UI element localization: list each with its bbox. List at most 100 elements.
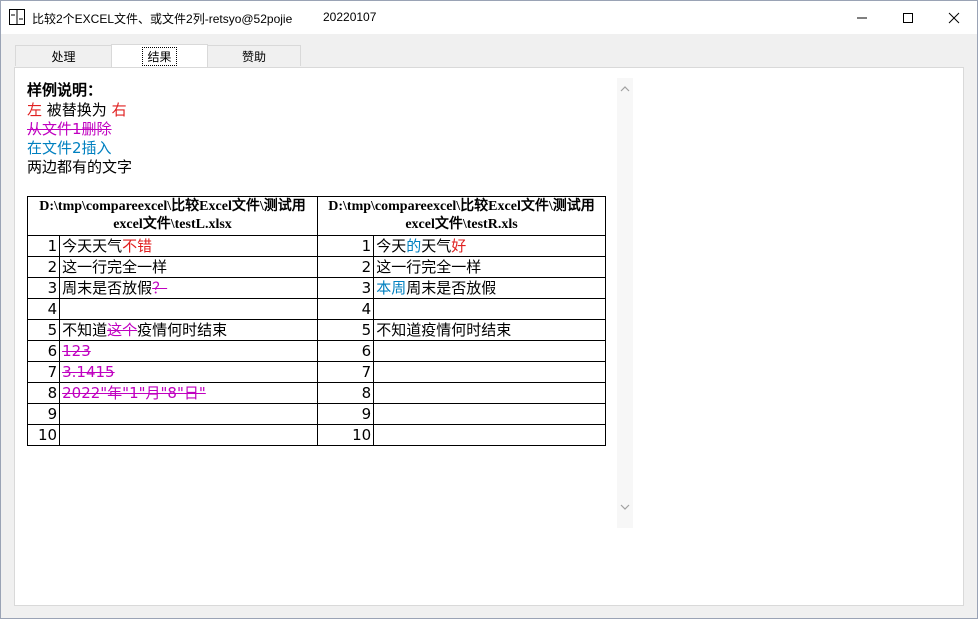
right-cell-text-insert: 本周 xyxy=(376,279,407,297)
right-cell-text-plain: 今天 xyxy=(376,237,407,255)
right-file-header: D:\tmp\compareexcel\比较Excel文件\测试用excel文件… xyxy=(317,196,606,236)
right-cell-text-plain: 不知道疫情何时结束 xyxy=(376,321,512,339)
tab-result[interactable]: 结果 xyxy=(111,44,208,67)
close-icon xyxy=(948,12,960,23)
right-cell: 这一行完全一样 xyxy=(373,256,606,278)
legend: 样例说明： 左 被替换为 右 从文件1删除 在文件2插入 两边都有的文字 xyxy=(27,82,617,177)
right-row-number: 2 xyxy=(316,256,375,278)
left-cell-text-plain: 不知道 xyxy=(62,321,108,339)
right-cell xyxy=(373,382,606,404)
right-row-number: 8 xyxy=(316,382,375,404)
tab-sponsor[interactable]: 赞助 xyxy=(207,45,301,66)
left-cell xyxy=(59,298,318,320)
right-row-number: 1 xyxy=(316,235,375,257)
left-row-number: 2 xyxy=(26,256,61,278)
right-cell: 本周周末是否放假 xyxy=(373,277,606,299)
left-cell-text-delete: 3.1415 xyxy=(62,363,115,381)
close-button[interactable] xyxy=(931,1,977,34)
legend-title: 样例说明： xyxy=(27,83,103,99)
tab-process-label: 处理 xyxy=(51,49,76,64)
left-row-number: 4 xyxy=(26,298,61,320)
result-panel: 样例说明： 左 被替换为 右 从文件1删除 在文件2插入 两边都有的文字 D:\… xyxy=(14,67,964,606)
left-cell: 这一行完全一样 xyxy=(59,256,318,278)
left-cell xyxy=(59,403,318,425)
left-cell-text-delete: ？ xyxy=(152,279,168,297)
minimize-icon xyxy=(857,17,867,18)
legend-replace: 左 被替换为 右 xyxy=(27,101,617,120)
left-row-number: 6 xyxy=(26,340,61,362)
table-row: 7 3.1415 7 xyxy=(26,361,606,383)
tab-sponsor-label: 赞助 xyxy=(241,49,266,64)
compare-table-body: 1 今天天气不错 1 今天的天气好 2 这一行完全一样 2 这一行完全一样 3 周末是否放假？ 3 本… xyxy=(26,235,606,446)
left-row-number: 10 xyxy=(26,424,61,446)
table-row: 3 周末是否放假？ 3 本周周末是否放假 xyxy=(26,277,606,299)
tab-process[interactable]: 处理 xyxy=(15,45,112,66)
right-row-number: 4 xyxy=(316,298,375,320)
left-cell: 3.1415 xyxy=(59,361,318,383)
left-cell-text-delete: 123 xyxy=(62,342,91,360)
window-title: 比较2个EXCEL文件、或文件2列-retsyo@52pojie xyxy=(32,12,293,26)
left-file-header: D:\tmp\compareexcel\比较Excel文件\测试用excel文件… xyxy=(27,196,318,236)
legend-inserted: 在文件2插入 xyxy=(27,139,112,157)
table-row: 44 xyxy=(26,298,606,320)
table-row: 6 123 6 xyxy=(26,340,606,362)
right-cell xyxy=(373,403,606,425)
right-row-number: 3 xyxy=(316,277,375,299)
left-cell-text-replace: 不错 xyxy=(122,237,153,255)
left-cell: 123 xyxy=(59,340,318,362)
left-cell-text-plain: 这一行完全一样 xyxy=(62,258,168,276)
right-cell-text-plain: 周末是否放假 xyxy=(406,279,497,297)
maximize-button[interactable] xyxy=(885,1,931,34)
table-row: 8 2022"年"1"月"8"日" 8 xyxy=(26,382,606,404)
right-cell xyxy=(373,424,606,446)
left-row-number: 1 xyxy=(26,235,61,257)
table-row: 2 这一行完全一样 2 这一行完全一样 xyxy=(26,256,606,278)
main-window: 比较2个EXCEL文件、或文件2列-retsyo@52pojie 2022010… xyxy=(0,0,978,619)
right-cell xyxy=(373,361,606,383)
table-row: 5 不知道这个疫情何时结束 5 不知道疫情何时结束 xyxy=(26,319,606,341)
right-cell-text-replace: 好 xyxy=(451,237,467,255)
left-cell: 不知道这个疫情何时结束 xyxy=(59,319,318,341)
minimize-button[interactable] xyxy=(839,1,885,34)
maximize-icon xyxy=(903,12,913,23)
right-cell-text-insert: 的 xyxy=(406,237,422,255)
left-row-number: 5 xyxy=(26,319,61,341)
left-cell-text-plain: 周末是否放假 xyxy=(62,279,153,297)
title-bar[interactable]: 比较2个EXCEL文件、或文件2列-retsyo@52pojie 2022010… xyxy=(1,1,977,34)
left-cell: 2022"年"1"月"8"日" xyxy=(59,382,318,404)
right-cell xyxy=(373,340,606,362)
legend-common: 两边都有的文字 xyxy=(27,158,133,176)
vertical-scrollbar[interactable] xyxy=(617,78,633,528)
table-row: 99 xyxy=(26,403,606,425)
window-title-date: 20220107 xyxy=(323,10,377,24)
right-cell-text-plain: 天气 xyxy=(421,237,452,255)
left-cell-text-delete: 2022"年"1"月"8"日" xyxy=(62,384,206,402)
right-row-number: 6 xyxy=(316,340,375,362)
left-cell-text-delete: 这个 xyxy=(107,321,138,339)
legend-replace-right: 右 xyxy=(111,101,127,119)
tab-strip: 处理 结果 赞助 xyxy=(1,34,977,68)
left-row-number: 3 xyxy=(26,277,61,299)
left-cell-text-plain: 今天天气 xyxy=(62,237,123,255)
compare-table: D:\tmp\compareexcel\比较Excel文件\测试用excel文件… xyxy=(26,196,606,446)
right-cell xyxy=(373,298,606,320)
right-cell-text-plain: 这一行完全一样 xyxy=(376,258,482,276)
right-cell: 不知道疫情何时结束 xyxy=(373,319,606,341)
table-row: 10 10 xyxy=(26,424,606,446)
right-row-number: 9 xyxy=(316,403,375,425)
legend-replace-left: 左 xyxy=(27,101,43,119)
chevron-down-icon[interactable] xyxy=(620,502,630,512)
right-cell: 今天的天气好 xyxy=(373,235,606,257)
right-row-number: 5 xyxy=(316,319,375,341)
tab-result-label: 结果 xyxy=(142,46,177,66)
right-row-number: 7 xyxy=(316,361,375,383)
left-row-number: 8 xyxy=(26,382,61,404)
left-row-number: 9 xyxy=(26,403,61,425)
legend-deleted: 从文件1删除 xyxy=(27,120,112,138)
right-row-number: 10 xyxy=(316,424,375,446)
legend-replace-text: 被替换为 xyxy=(42,101,112,119)
chevron-up-icon[interactable] xyxy=(620,84,630,94)
left-cell-text-plain: 疫情何时结束 xyxy=(137,321,228,339)
left-cell: 周末是否放假？ xyxy=(59,277,318,299)
table-row: 1 今天天气不错 1 今天的天气好 xyxy=(26,235,606,257)
